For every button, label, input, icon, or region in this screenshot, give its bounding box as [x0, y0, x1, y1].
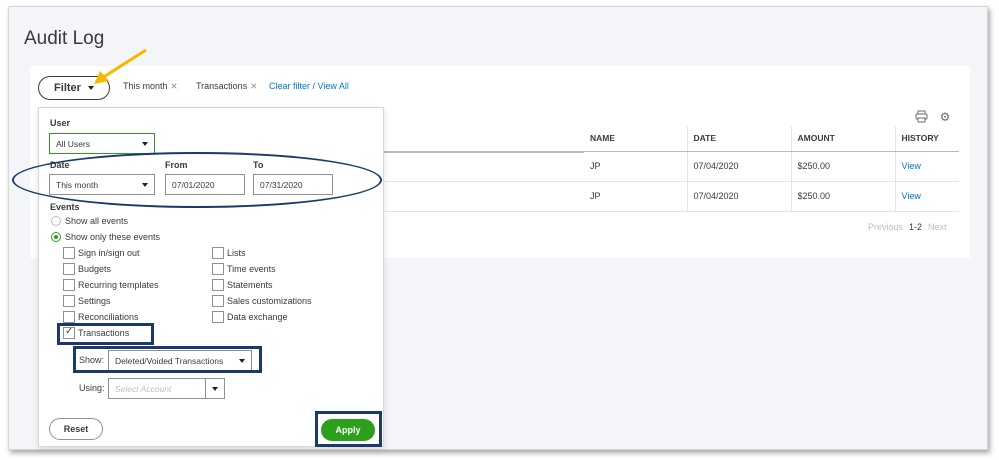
checkbox-sales-customizations[interactable] — [212, 295, 224, 307]
column-header-history[interactable]: HISTORY — [894, 126, 959, 152]
annotation-box — [57, 323, 154, 345]
checkbox-label: Sales customizations — [227, 296, 312, 306]
cell-amount: $250.00 — [790, 181, 895, 212]
column-header-amount[interactable]: AMOUNT — [790, 126, 895, 152]
checkbox-label: Settings — [78, 296, 111, 306]
table-header-row: NAME DATE AMOUNT HISTORY — [584, 126, 959, 152]
chip-label: Transactions — [196, 81, 248, 91]
radio-show-all-label: Show all events — [65, 216, 129, 226]
checkbox-label: Lists — [227, 248, 246, 258]
user-select-value: All Users — [56, 138, 91, 149]
cell-history: View — [894, 181, 959, 212]
using-label: Using: — [79, 383, 105, 393]
view-history-link[interactable]: View — [902, 191, 921, 201]
next-page-link[interactable]: Next — [928, 222, 947, 232]
events-label: Events — [50, 202, 80, 212]
filter-button-label: Filter — [54, 82, 81, 94]
user-select[interactable]: All Users — [49, 133, 155, 154]
checkbox-label: Recurring templates — [78, 280, 159, 290]
checkbox-reconciliations[interactable] — [63, 311, 75, 323]
print-icon[interactable] — [914, 110, 928, 124]
checkbox-label: Statements — [227, 280, 273, 290]
checkbox-label: Data exchange — [227, 312, 288, 322]
account-select-placeholder: Select Account — [115, 383, 172, 394]
user-label: User — [50, 118, 71, 128]
checkbox-budgets[interactable] — [63, 263, 75, 275]
checkbox-label: Reconciliations — [78, 312, 139, 322]
divider — [384, 181, 584, 182]
cell-name: JP — [584, 181, 687, 212]
view-history-link[interactable]: View — [902, 161, 921, 171]
gear-icon[interactable]: ⚙ — [938, 110, 952, 124]
radio-show-only-label: Show only these events — [65, 232, 161, 242]
checkbox-label: Time events — [227, 264, 276, 274]
clear-filter-link[interactable]: Clear filter / View All — [269, 81, 349, 91]
audit-log-table: NAME DATE AMOUNT HISTORY JP 07/04/2020 $… — [584, 126, 959, 212]
close-icon[interactable]: × — [171, 80, 178, 92]
account-select[interactable]: Select Account — [108, 378, 225, 399]
annotation-arrow-icon — [94, 48, 147, 84]
cell-date: 07/04/2020 — [686, 151, 791, 182]
annotation-box — [73, 346, 262, 373]
annotation-box — [315, 411, 382, 447]
close-icon[interactable]: × — [250, 80, 257, 92]
page-range: 1-2 — [909, 222, 923, 232]
checkbox-label: Budgets — [78, 264, 112, 274]
pagination: Previous 1-2 Next — [868, 222, 947, 232]
previous-page-link[interactable]: Previous — [868, 222, 903, 232]
table-row: JP 07/04/2020 $250.00 View — [584, 151, 959, 182]
checkbox-statements[interactable] — [212, 279, 224, 291]
cell-amount: $250.00 — [790, 151, 895, 182]
cell-history: View — [894, 151, 959, 182]
divider — [205, 379, 206, 398]
caret-down-icon — [212, 387, 218, 391]
checkbox-data-exchange[interactable] — [212, 311, 224, 323]
radio-show-all-events[interactable] — [51, 216, 61, 226]
checkbox-settings[interactable] — [63, 295, 75, 307]
filter-chip-transactions[interactable]: Transactions × — [196, 80, 257, 92]
checkbox-lists[interactable] — [212, 247, 224, 259]
radio-show-only-events[interactable] — [51, 232, 61, 242]
checkbox-recurring-templates[interactable] — [63, 279, 75, 291]
divider — [384, 211, 584, 212]
column-header-date[interactable]: DATE — [686, 126, 791, 152]
checkbox-sign-in-out[interactable] — [63, 247, 75, 259]
checkbox-label: Sign in/sign out — [78, 248, 140, 258]
divider — [384, 151, 584, 153]
column-header-name[interactable]: NAME — [584, 126, 687, 152]
reset-button[interactable]: Reset — [49, 418, 103, 440]
checkbox-time-events[interactable] — [212, 263, 224, 275]
caret-down-icon — [142, 142, 148, 146]
cell-name: JP — [584, 151, 687, 182]
table-row: JP 07/04/2020 $250.00 View — [584, 181, 959, 212]
cell-date: 07/04/2020 — [686, 181, 791, 212]
annotation-ellipse — [12, 152, 382, 208]
